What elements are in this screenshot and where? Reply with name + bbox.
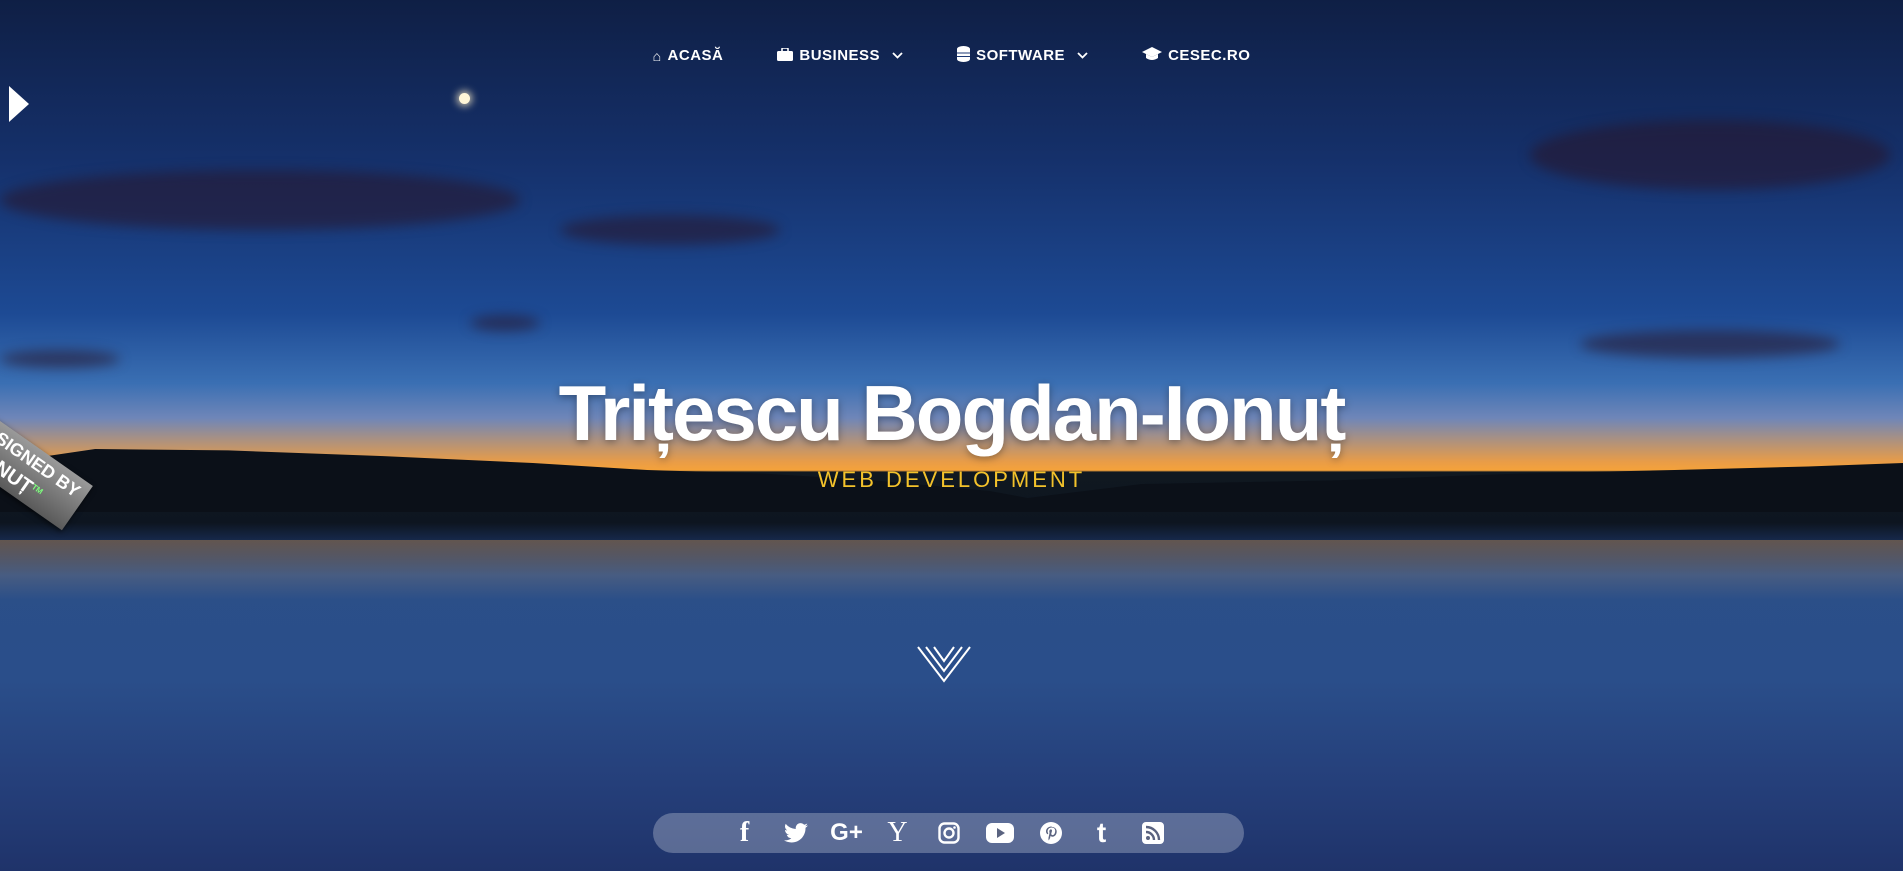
chevron-down-icon	[892, 50, 903, 62]
google-plus-icon[interactable]: G+	[821, 817, 872, 849]
main-nav: ⌂ ACASĂ BUSINESS SOFTWARE CESEC.RO	[0, 46, 1903, 65]
cloud-decoration	[0, 350, 120, 368]
hero-subtitle: WEB DEVELOPMENT	[817, 467, 1086, 492]
nav-item-software[interactable]: SOFTWARE	[957, 46, 1088, 65]
nav-item-acasa[interactable]: ⌂ ACASĂ	[653, 46, 724, 65]
rss-icon[interactable]	[1127, 817, 1178, 849]
hero-title: Trițescu Bogdan-Ionuț	[558, 369, 1347, 457]
scroll-down-icon[interactable]	[916, 645, 972, 685]
nav-item-business[interactable]: BUSINESS	[777, 46, 903, 65]
home-icon: ⌂	[652, 47, 662, 64]
side-panel-toggle-icon[interactable]	[9, 86, 29, 122]
youtube-icon[interactable]	[974, 817, 1025, 849]
water-reflection	[0, 540, 1903, 600]
cloud-decoration	[1580, 330, 1840, 358]
nav-item-label: ACASĂ	[667, 47, 724, 64]
tumblr-icon[interactable]: t	[1076, 817, 1127, 849]
instagram-icon[interactable]	[923, 817, 974, 849]
yahoo-icon[interactable]: Y	[872, 817, 923, 849]
facebook-icon[interactable]: f	[719, 817, 770, 849]
social-links-bar: f G+ Y t	[653, 813, 1244, 853]
nav-item-label: SOFTWARE	[976, 47, 1066, 64]
graduation-cap-icon	[1142, 47, 1163, 64]
cloud-decoration	[560, 215, 780, 245]
moon	[459, 93, 470, 104]
hero-section: ⌂ ACASĂ BUSINESS SOFTWARE CESEC.RO DESIG…	[0, 0, 1903, 871]
nav-item-label: CESEC.RO	[1168, 47, 1251, 64]
pinterest-icon[interactable]	[1025, 817, 1076, 849]
nav-item-label: BUSINESS	[799, 47, 881, 64]
cloud-decoration	[0, 170, 520, 230]
cloud-decoration	[1530, 120, 1890, 190]
chevron-down-icon	[1077, 50, 1088, 62]
twitter-icon[interactable]	[770, 817, 821, 849]
cloud-decoration	[470, 315, 540, 331]
briefcase-icon	[777, 46, 794, 64]
database-icon	[957, 46, 971, 65]
nav-item-cesec[interactable]: CESEC.RO	[1142, 46, 1250, 65]
